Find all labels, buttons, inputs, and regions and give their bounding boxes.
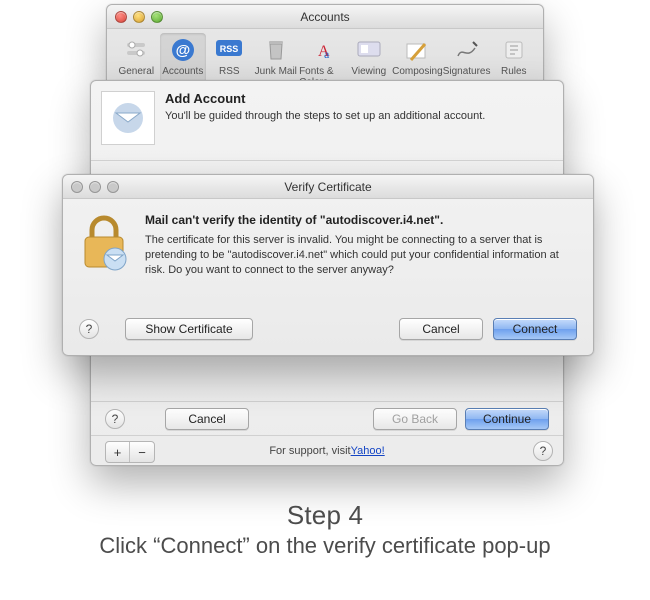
add-account-heading: Add Account <box>165 91 547 106</box>
verify-body-text: The certificate for this server is inval… <box>145 233 575 278</box>
svg-text:RSS: RSS <box>220 44 239 54</box>
svg-text:@: @ <box>175 42 190 59</box>
verify-titlebar[interactable]: Verify Certificate <box>63 175 593 199</box>
close-icon[interactable] <box>71 181 83 193</box>
toolbar-label: General <box>118 66 154 77</box>
lock-stamp-icon <box>77 213 131 273</box>
connect-button[interactable]: Connect <box>493 318 577 340</box>
accounts-titlebar[interactable]: Accounts <box>107 5 543 29</box>
svg-text:a: a <box>324 47 330 61</box>
window-controls[interactable] <box>71 181 119 193</box>
accounts-window-title: Accounts <box>107 10 543 24</box>
close-icon[interactable] <box>115 11 127 23</box>
zoom-icon <box>107 181 119 193</box>
signature-icon <box>453 36 481 64</box>
add-account-button-row: ? Cancel Go Back Continue <box>91 401 563 435</box>
go-back-button: Go Back <box>373 408 457 430</box>
accounts-preferences-window: Accounts General @ Accounts RSS RSS Junk… <box>106 4 544 86</box>
toolbar-label: RSS <box>219 66 240 77</box>
account-add-remove[interactable]: + − <box>105 441 155 463</box>
zoom-icon[interactable] <box>151 11 163 23</box>
minimize-icon <box>89 181 101 193</box>
toolbar-label: Rules <box>501 66 527 77</box>
pencil-icon <box>403 36 431 64</box>
show-certificate-button[interactable]: Show Certificate <box>125 318 253 340</box>
add-account-subtext: You'll be guided through the steps to se… <box>165 110 547 122</box>
add-account-footer: + − For support, visit Yahoo! ? <box>91 435 563 465</box>
window-controls[interactable] <box>115 11 163 23</box>
add-account-minus-button[interactable]: − <box>130 442 154 462</box>
mail-stamp-icon <box>101 91 155 145</box>
at-icon: @ <box>169 36 197 64</box>
switches-icon <box>122 36 150 64</box>
rules-icon <box>500 36 528 64</box>
verify-certificate-dialog: Verify Certificate Mail can't verify the… <box>62 174 594 356</box>
support-prefix: For support, visit <box>269 445 350 457</box>
help-button[interactable]: ? <box>105 409 125 429</box>
help-button[interactable]: ? <box>79 319 99 339</box>
toolbar-label: Viewing <box>351 66 386 77</box>
rss-icon: RSS <box>215 36 243 64</box>
instruction-caption: Step 4 Click “Connect” on the verify cer… <box>0 500 650 559</box>
toolbar-label: Composing <box>392 66 443 77</box>
help-button[interactable]: ? <box>533 441 553 461</box>
toolbar-label: Accounts <box>162 66 203 77</box>
continue-button[interactable]: Continue <box>465 408 549 430</box>
caption-step: Step 4 <box>0 500 650 531</box>
add-account-cancel-button[interactable]: Cancel <box>165 408 249 430</box>
caption-description: Click “Connect” on the verify certificat… <box>0 533 650 559</box>
toolbar-label: Signatures <box>443 66 491 77</box>
verify-headline: Mail can't verify the identity of "autod… <box>145 213 575 227</box>
add-account-plus-button[interactable]: + <box>106 442 130 462</box>
trash-icon <box>262 36 290 64</box>
add-account-header: Add Account You'll be guided through the… <box>91 81 563 161</box>
verify-window-title: Verify Certificate <box>63 180 593 194</box>
verify-cancel-button[interactable]: Cancel <box>399 318 483 340</box>
support-link[interactable]: Yahoo! <box>351 445 385 457</box>
minimize-icon[interactable] <box>133 11 145 23</box>
eye-icon <box>355 36 383 64</box>
toolbar-label: Junk Mail <box>255 66 297 77</box>
fonts-icon: Aa <box>308 36 336 64</box>
verify-button-row: ? Show Certificate Cancel Connect <box>63 315 593 343</box>
